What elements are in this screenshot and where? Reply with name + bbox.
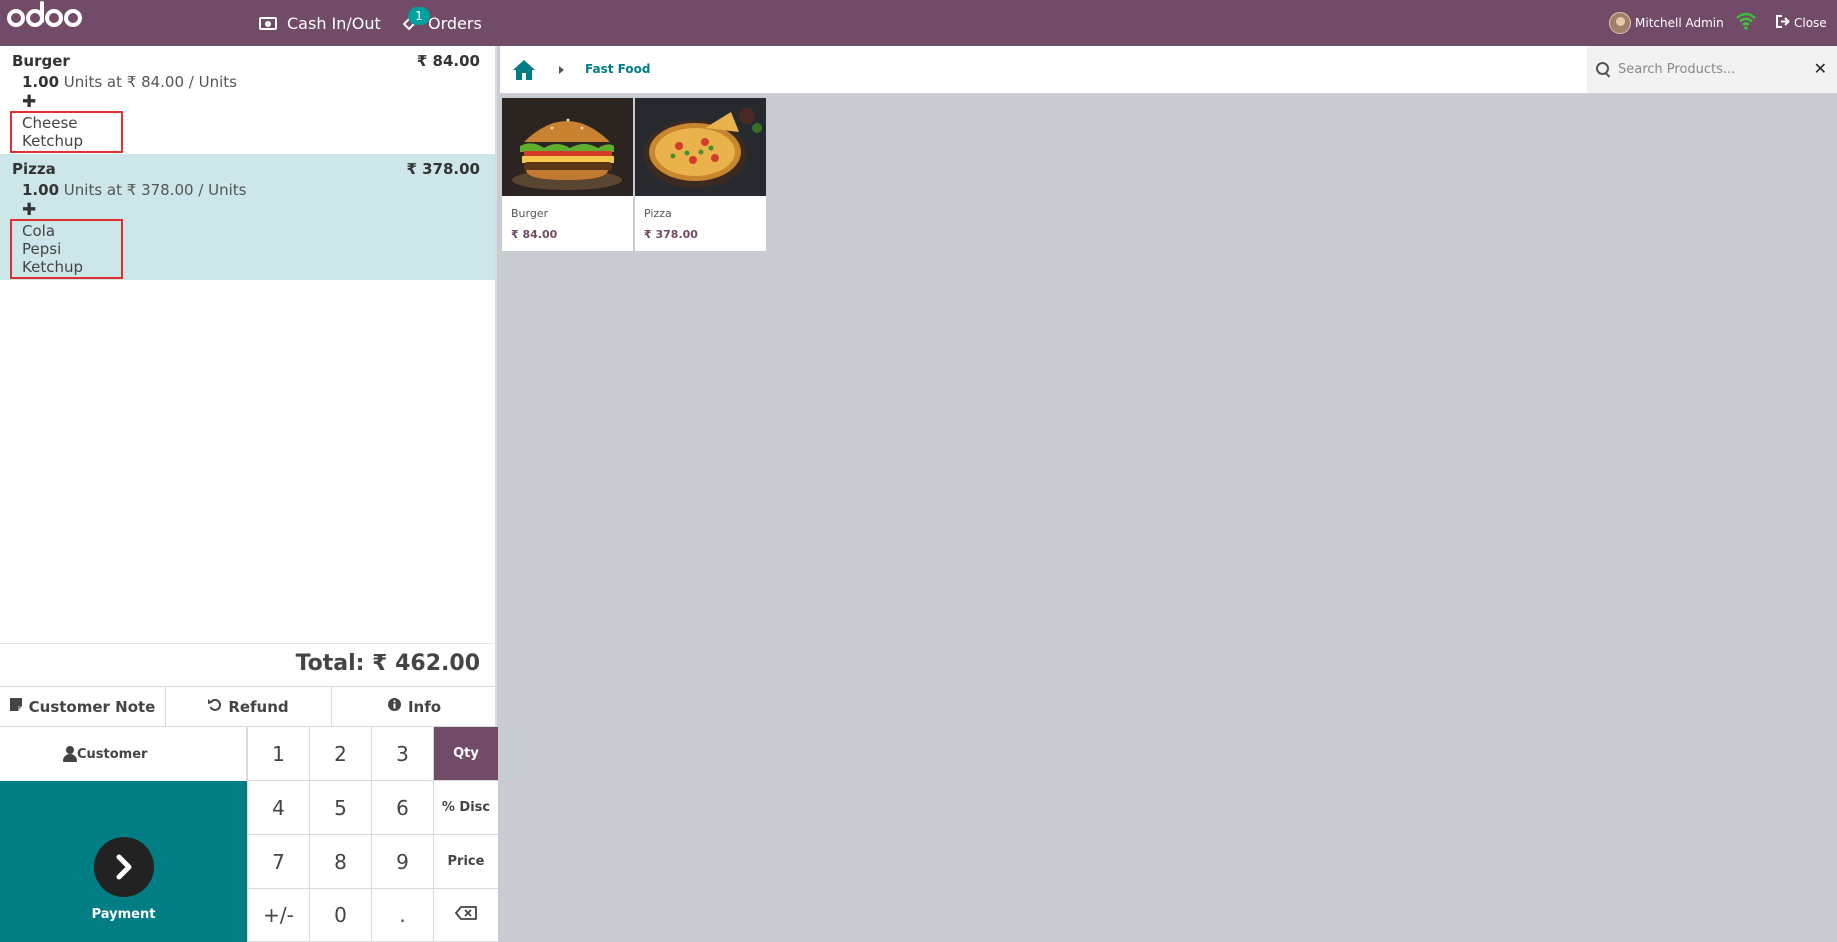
home-icon[interactable]: [512, 59, 538, 81]
user-name: Mitchell Admin: [1635, 16, 1724, 30]
top-navbar: Cash In/Out Orders 1 Mitchell Admin Clos…: [0, 0, 1837, 46]
product-image-pizza: [635, 98, 766, 196]
cash-in-out-button[interactable]: Cash In/Out: [259, 0, 381, 46]
search-input[interactable]: [1618, 62, 1798, 77]
product-list: Burger ₹ 84.00 Pizza ₹ 378.00: [502, 98, 766, 251]
clear-search-icon[interactable]: ✕: [1814, 59, 1827, 78]
numpad-key-9[interactable]: 9: [372, 835, 434, 889]
orders-count-badge: 1: [408, 7, 430, 25]
numpad-mode-disc[interactable]: % Disc: [434, 781, 498, 835]
orders-label: Orders: [428, 13, 482, 33]
numpad-key-0[interactable]: 0: [310, 889, 372, 942]
numpad-key-6[interactable]: 6: [372, 781, 434, 835]
order-line-name: Burger: [12, 52, 70, 70]
payment-button[interactable]: Payment: [0, 781, 247, 942]
order-actions: Customer Note Refund Info: [0, 686, 497, 727]
numpad-key-8[interactable]: 8: [310, 835, 372, 889]
breadcrumb-category[interactable]: Fast Food: [585, 62, 650, 76]
order-line-unit-info: Units at ₹ 378.00 / Units: [63, 181, 247, 199]
sign-out-icon: [1776, 15, 1790, 31]
product-name: Burger: [511, 207, 549, 220]
numpad: 1 2 3 Qty 4 5 6 % Disc 7 8 9 Price +/- 0…: [247, 727, 498, 942]
product-card-burger[interactable]: Burger ₹ 84.00: [502, 98, 633, 251]
toppings-box: Cola Pepsi Ketchup: [10, 219, 123, 279]
order-line-qty-info: 1.00 Units at ₹ 84.00 / Units: [12, 73, 483, 91]
numpad-key-1[interactable]: 1: [248, 727, 310, 781]
order-line-pizza[interactable]: Pizza ₹ 378.00 1.00 Units at ₹ 378.00 / …: [0, 154, 495, 280]
order-line-qty: 1.00: [22, 181, 60, 199]
refund-button[interactable]: Refund: [166, 687, 332, 726]
search-bar: ✕: [1587, 46, 1837, 93]
info-icon: [387, 698, 401, 715]
numpad-key-dot[interactable]: .: [372, 889, 434, 942]
numpad-key-plus-minus[interactable]: +/-: [248, 889, 310, 942]
chevron-right-icon: [93, 837, 154, 897]
order-line-qty: 1.00: [22, 73, 60, 91]
avatar: [1609, 12, 1631, 34]
plus-icon: ✚: [22, 92, 37, 112]
user-icon: [18, 746, 77, 762]
customer-label: Customer: [77, 746, 148, 762]
numpad-key-4[interactable]: 4: [248, 781, 310, 835]
topping-item: Pepsi: [22, 240, 62, 258]
numpad-key-3[interactable]: 3: [372, 727, 434, 781]
order-line-burger[interactable]: Burger ₹ 84.00 1.00 Units at ₹ 84.00 / U…: [0, 46, 495, 154]
info-label: Info: [407, 697, 442, 716]
refund-label: Refund: [228, 697, 289, 716]
cash-in-out-label: Cash In/Out: [287, 13, 381, 33]
order-total: Total: ₹ 462.00: [0, 643, 495, 684]
numpad-key-7[interactable]: 7: [248, 835, 310, 889]
topping-item: Cola: [22, 222, 56, 240]
numpad-mode-qty[interactable]: Qty: [434, 727, 498, 781]
product-price: ₹ 378.00: [644, 228, 698, 241]
order-line-qty-info: 1.00 Units at ₹ 378.00 / Units: [12, 181, 483, 199]
close-button[interactable]: Close: [1776, 0, 1827, 46]
product-name: Pizza: [644, 207, 672, 220]
order-line-unit-info: Units at ₹ 84.00 / Units: [63, 73, 237, 91]
topping-item: Ketchup: [22, 132, 83, 150]
money-icon: [259, 16, 277, 30]
plus-icon: ✚: [22, 200, 37, 220]
search-icon: [1596, 61, 1612, 78]
toppings-box: Cheese Ketchup: [10, 111, 123, 153]
backspace-icon: [455, 906, 477, 924]
product-price: ₹ 84.00: [511, 228, 558, 241]
undo-icon: [208, 698, 222, 715]
order-pane: Burger ₹ 84.00 1.00 Units at ₹ 84.00 / U…: [0, 46, 498, 942]
numpad-mode-price[interactable]: Price: [434, 835, 498, 889]
product-image-burger: [502, 98, 633, 196]
payment-label: Payment: [91, 907, 156, 922]
info-button[interactable]: Info: [332, 687, 497, 726]
wifi-icon[interactable]: [1735, 11, 1757, 31]
customer-note-button[interactable]: Customer Note: [0, 687, 166, 726]
topping-item: Ketchup: [22, 258, 83, 276]
topping-item: Cheese: [22, 114, 78, 132]
close-label: Close: [1794, 16, 1827, 30]
chevron-right-icon: [559, 66, 564, 74]
numpad-key-2[interactable]: 2: [310, 727, 372, 781]
customer-note-label: Customer Note: [28, 697, 156, 716]
odoo-logo: [7, 1, 82, 27]
user-menu[interactable]: Mitchell Admin: [1609, 0, 1724, 46]
note-icon: [9, 698, 22, 715]
backspace-button[interactable]: [434, 889, 498, 942]
numpad-key-5[interactable]: 5: [310, 781, 372, 835]
order-line-price: ₹ 378.00: [406, 160, 480, 178]
order-line-price: ₹ 84.00: [416, 52, 480, 70]
customer-button[interactable]: Customer: [0, 727, 247, 781]
product-card-pizza[interactable]: Pizza ₹ 378.00: [635, 98, 766, 251]
